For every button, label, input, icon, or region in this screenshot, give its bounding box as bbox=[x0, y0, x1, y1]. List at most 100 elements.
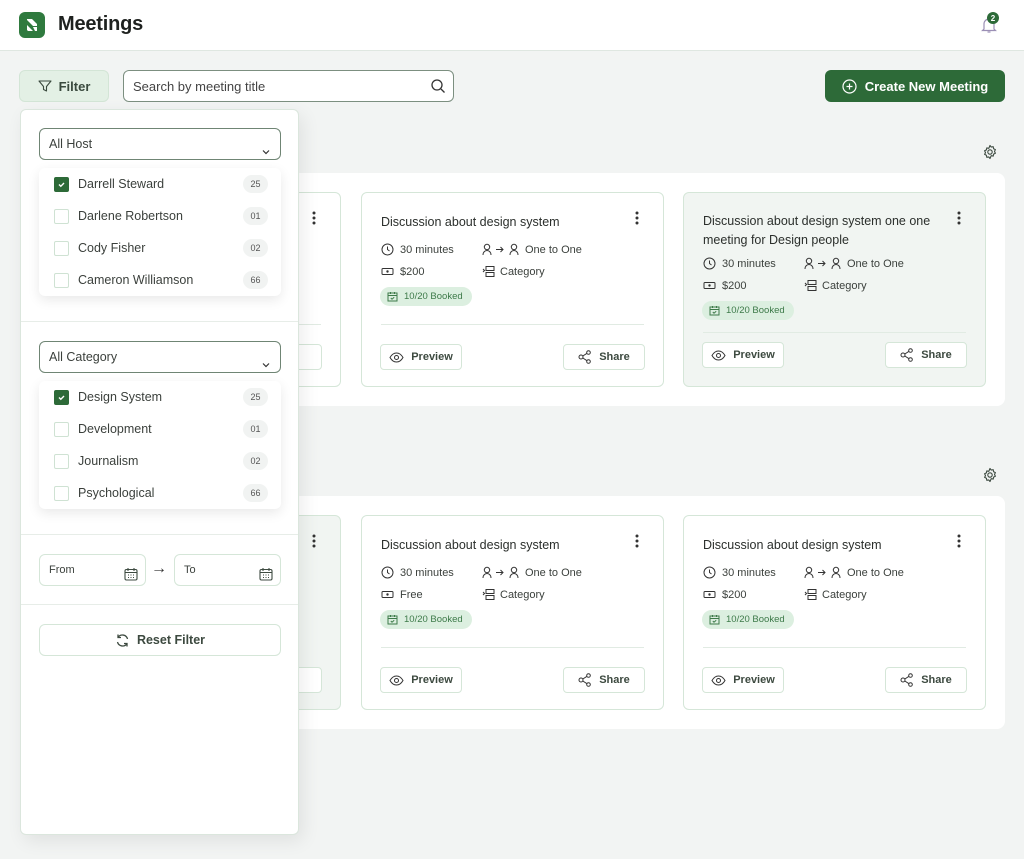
host-option-label: Darlene Robertson bbox=[78, 209, 183, 223]
one-to-one-icon bbox=[482, 566, 519, 579]
category-icon bbox=[482, 266, 495, 277]
category-option[interactable]: Journalism 02 bbox=[39, 445, 281, 477]
checkbox-checked[interactable] bbox=[54, 176, 69, 192]
meeting-type: One to One bbox=[482, 566, 582, 579]
meeting-title: Discussion about design system bbox=[703, 538, 882, 552]
host-option-label: Cameron Williamson bbox=[78, 273, 194, 287]
checkbox[interactable] bbox=[54, 421, 69, 437]
search-field[interactable] bbox=[123, 70, 454, 102]
calendar-check-icon bbox=[387, 615, 398, 625]
category-option-label: Design System bbox=[78, 390, 163, 404]
checkbox[interactable] bbox=[54, 240, 69, 256]
calendar-icon[interactable] bbox=[124, 563, 138, 593]
share-label: Share bbox=[921, 674, 952, 686]
calendar-check-icon bbox=[709, 306, 720, 316]
host-option-label: Darrell Steward bbox=[78, 177, 165, 191]
share-button[interactable]: Share bbox=[885, 342, 967, 368]
eye-icon bbox=[711, 349, 726, 361]
preview-button[interactable]: Preview bbox=[380, 344, 462, 370]
section-settings-gear-icon[interactable] bbox=[982, 467, 998, 483]
search-input[interactable] bbox=[124, 71, 414, 101]
preview-button[interactable]: Preview bbox=[380, 667, 462, 693]
checkbox[interactable] bbox=[54, 208, 69, 224]
section-settings-gear-icon[interactable] bbox=[982, 144, 998, 160]
create-new-meeting-button[interactable]: Create New Meeting bbox=[825, 70, 1005, 102]
meeting-card-highlighted[interactable]: Discussion about design system one one m… bbox=[683, 192, 986, 387]
category-option[interactable]: Design System 25 bbox=[39, 381, 281, 413]
host-option[interactable]: Cameron Williamson 66 bbox=[39, 264, 281, 296]
price: Free bbox=[381, 588, 423, 601]
meeting-type: One to One bbox=[804, 566, 904, 579]
checkbox[interactable] bbox=[54, 453, 69, 469]
one-to-one-icon bbox=[804, 257, 841, 270]
booked-text: 10/20 Booked bbox=[404, 614, 463, 625]
category-text: Category bbox=[822, 279, 867, 292]
share-button[interactable]: Share bbox=[563, 344, 645, 370]
eye-icon bbox=[389, 351, 404, 363]
chevron-down-icon bbox=[261, 138, 271, 168]
calendar-icon[interactable] bbox=[259, 563, 273, 593]
host-select[interactable]: All Host bbox=[39, 128, 281, 160]
host-option-count: 66 bbox=[243, 271, 268, 289]
duration-text: 30 minutes bbox=[722, 257, 776, 270]
meeting-title: Discussion about design system bbox=[381, 538, 560, 552]
category-option[interactable]: Development 01 bbox=[39, 413, 281, 445]
preview-label: Preview bbox=[411, 351, 453, 363]
duration-text: 30 minutes bbox=[722, 566, 776, 579]
search-icon[interactable] bbox=[430, 78, 446, 99]
preview-button[interactable]: Preview bbox=[702, 342, 784, 368]
reset-filter-label: Reset Filter bbox=[136, 633, 206, 647]
more-options-icon[interactable] bbox=[312, 211, 316, 225]
meeting-card[interactable]: Discussion about design system 30 minute… bbox=[683, 515, 986, 710]
filter-icon bbox=[38, 80, 52, 92]
category-option-count: 66 bbox=[243, 484, 268, 502]
category-text: Category bbox=[822, 588, 867, 601]
share-button[interactable]: Share bbox=[563, 667, 645, 693]
more-options-icon[interactable] bbox=[957, 534, 961, 548]
money-icon bbox=[703, 282, 716, 289]
category-option-count: 01 bbox=[243, 420, 268, 438]
checkbox[interactable] bbox=[54, 485, 69, 501]
eye-icon bbox=[389, 674, 404, 686]
from-date-placeholder: From bbox=[49, 564, 75, 576]
app-logo-icon bbox=[19, 12, 45, 38]
preview-button[interactable]: Preview bbox=[702, 667, 784, 693]
category-option[interactable]: Psychological 66 bbox=[39, 477, 281, 509]
meeting-card[interactable]: Discussion about design system 30 minute… bbox=[361, 515, 664, 710]
share-icon bbox=[900, 348, 914, 362]
chevron-down-icon bbox=[261, 351, 271, 381]
filter-button[interactable]: Filter bbox=[19, 70, 109, 102]
meeting-type-text: One to One bbox=[525, 566, 582, 579]
page-title: Meetings bbox=[58, 13, 144, 35]
reset-filter-button[interactable]: Reset Filter bbox=[39, 624, 281, 656]
price-text: $200 bbox=[722, 279, 747, 292]
host-option[interactable]: Cody Fisher 02 bbox=[39, 232, 281, 264]
host-option[interactable]: Darlene Robertson 01 bbox=[39, 200, 281, 232]
more-options-icon[interactable] bbox=[635, 211, 639, 225]
one-to-one-icon bbox=[804, 566, 841, 579]
divider bbox=[21, 534, 298, 535]
to-date-field[interactable]: To bbox=[174, 554, 281, 586]
share-icon bbox=[578, 350, 592, 364]
more-options-icon[interactable] bbox=[312, 534, 316, 548]
booked-text: 10/20 Booked bbox=[726, 305, 785, 316]
notification-count-badge: 2 bbox=[987, 12, 999, 24]
category-option-label: Development bbox=[78, 422, 152, 436]
share-button[interactable]: Share bbox=[885, 667, 967, 693]
checkbox[interactable] bbox=[54, 272, 69, 288]
category-option-label: Psychological bbox=[78, 486, 155, 500]
more-options-icon[interactable] bbox=[635, 534, 639, 548]
from-date-field[interactable]: From bbox=[39, 554, 146, 586]
category-select[interactable]: All Category bbox=[39, 341, 281, 373]
duration-text: 30 minutes bbox=[400, 566, 454, 579]
more-options-icon[interactable] bbox=[957, 211, 961, 225]
booked-text: 10/20 Booked bbox=[726, 614, 785, 625]
checkbox-checked[interactable] bbox=[54, 389, 69, 405]
money-icon bbox=[703, 591, 716, 598]
duration: 30 minutes bbox=[381, 243, 454, 256]
host-option[interactable]: Darrell Steward 25 bbox=[39, 168, 281, 200]
price-text: $200 bbox=[400, 265, 425, 278]
category-options-list: Design System 25 Development 01 Journali… bbox=[39, 381, 281, 509]
meeting-card[interactable]: Discussion about design system 30 minute… bbox=[361, 192, 664, 387]
clock-icon bbox=[703, 257, 716, 270]
